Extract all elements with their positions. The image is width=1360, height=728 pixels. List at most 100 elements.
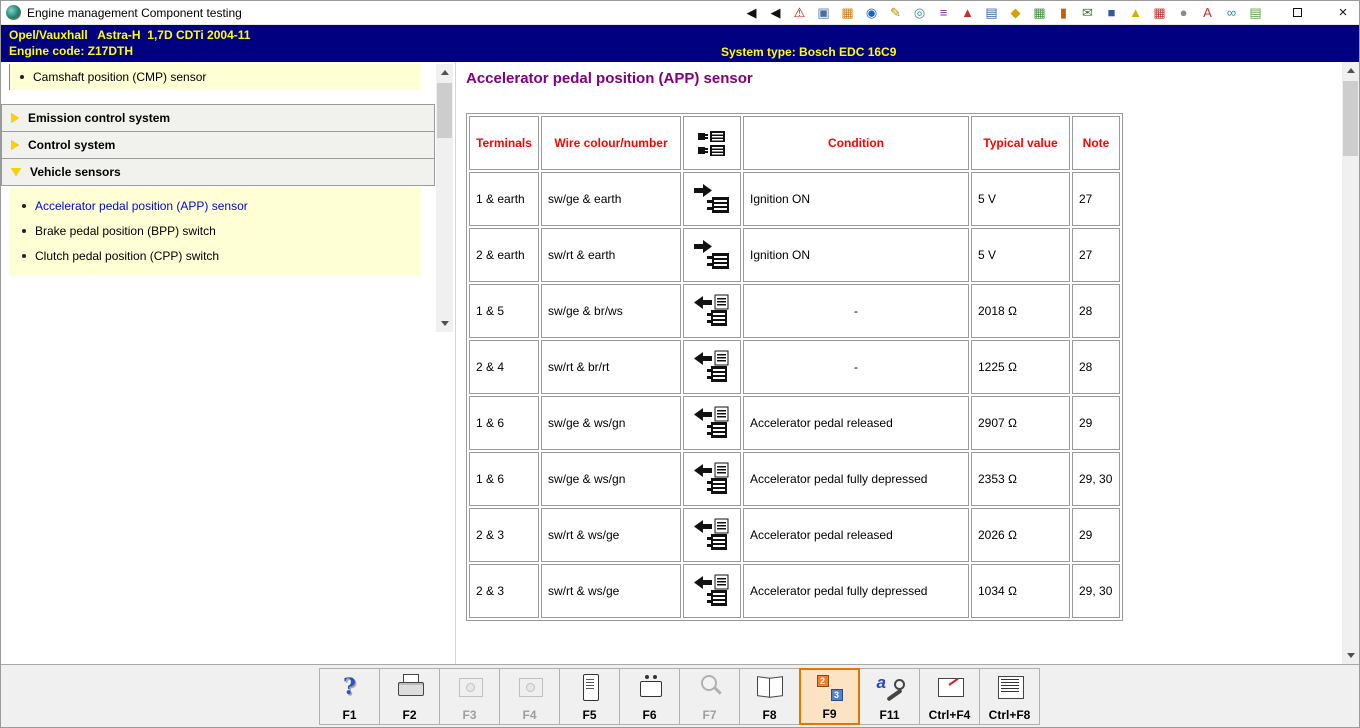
function-button[interactable]: F5 bbox=[559, 668, 620, 725]
sidebar-item-cmp-sensor[interactable]: Camshaft position (CMP) sensor bbox=[9, 64, 421, 90]
value-cell: 5 V bbox=[971, 228, 1070, 282]
value-cell: 1225 Ω bbox=[971, 340, 1070, 394]
function-button[interactable]: F7 bbox=[679, 668, 740, 725]
connector-pair-icon bbox=[690, 144, 734, 157]
function-key-label: Ctrl+F4 bbox=[928, 708, 971, 722]
report-icon[interactable]: ▦ bbox=[1148, 3, 1171, 23]
link-icon[interactable]: ∞ bbox=[1220, 3, 1243, 23]
manual-icon bbox=[755, 672, 785, 702]
function-button[interactable]: F4 bbox=[499, 668, 560, 725]
sidebar-section[interactable]: Control system bbox=[1, 131, 435, 159]
help-icon: ? bbox=[343, 674, 356, 700]
table-header-row: Terminals Wire colour/number Condition T… bbox=[469, 116, 1120, 170]
sidebar-item[interactable]: Clutch pedal position (CPP) switch bbox=[9, 243, 421, 268]
scroll-track[interactable] bbox=[1342, 79, 1359, 647]
info-icon[interactable]: A bbox=[1196, 3, 1219, 23]
function-button[interactable]: F8 bbox=[739, 668, 800, 725]
diagram-plus-icon bbox=[515, 672, 545, 702]
window-title: Engine management Component testing bbox=[27, 5, 242, 20]
condition-cell: - bbox=[743, 284, 969, 338]
measurement-icon-cell bbox=[683, 508, 741, 562]
function-button[interactable]: a F11 bbox=[859, 668, 920, 725]
app-window: Engine management Component testing ◀ ◀ … bbox=[0, 0, 1360, 728]
restore-icon bbox=[1292, 8, 1302, 17]
disk-icon[interactable]: ■ bbox=[1100, 3, 1123, 23]
restore-button[interactable] bbox=[1281, 1, 1313, 24]
table-row: 1 & 6 sw/ge & ws/gn Accelerator pedal re… bbox=[469, 396, 1120, 450]
section-label: Control system bbox=[28, 138, 116, 152]
sidebar-section[interactable]: Emission control system bbox=[1, 104, 435, 132]
section-arrow-icon bbox=[11, 140, 19, 150]
notes-icon[interactable]: ▤ bbox=[1244, 3, 1267, 23]
function-key-label: Ctrl+F8 bbox=[988, 708, 1031, 722]
terminals-cell: 2 & 3 bbox=[469, 564, 539, 618]
adjustments-icon: a bbox=[875, 672, 905, 702]
globe-icon[interactable]: ◉ bbox=[860, 3, 883, 23]
sidebar-item[interactable]: Brake pedal position (BPP) switch bbox=[9, 218, 421, 243]
sidebar-item[interactable]: Accelerator pedal position (APP) sensor bbox=[9, 193, 421, 218]
table-row: 1 & 5 sw/ge & br/ws - 2018 Ω 28 bbox=[469, 284, 1120, 338]
condition-cell: Ignition ON bbox=[743, 172, 969, 226]
user-icon[interactable]: ● bbox=[1172, 3, 1195, 23]
sidebar-item-label: Camshaft position (CMP) sensor bbox=[33, 70, 207, 84]
close-button[interactable]: × bbox=[1327, 1, 1359, 24]
function-button[interactable]: F3 bbox=[439, 668, 500, 725]
function-button[interactable]: F2 bbox=[379, 668, 440, 725]
titlebar: Engine management Component testing ◀ ◀ … bbox=[1, 1, 1359, 25]
scroll-up-icon[interactable] bbox=[1342, 62, 1359, 79]
scroll-down-icon[interactable] bbox=[436, 315, 453, 332]
gauge-icon[interactable]: ◎ bbox=[908, 3, 931, 23]
function-key-label: F8 bbox=[762, 708, 777, 722]
scroll-thumb[interactable] bbox=[1343, 81, 1358, 156]
scroll-up-icon[interactable] bbox=[436, 64, 453, 81]
terminals-cell: 2 & earth bbox=[469, 228, 539, 282]
function-key-label: F11 bbox=[879, 708, 900, 722]
value-cell: 2907 Ω bbox=[971, 396, 1070, 450]
manual-book-icon[interactable]: ▤ bbox=[980, 3, 1003, 23]
note-header: Note bbox=[1072, 116, 1120, 170]
scroll-thumb[interactable] bbox=[437, 83, 452, 138]
note-cell: 29 bbox=[1072, 396, 1120, 450]
go-first-icon[interactable]: ◀ bbox=[740, 3, 763, 23]
chart-icon[interactable]: ▲ bbox=[956, 3, 979, 23]
sidebar-item-label: Accelerator pedal position (APP) sensor bbox=[35, 198, 248, 213]
note-cell: 28 bbox=[1072, 284, 1120, 338]
monitor-icon[interactable]: ▣ bbox=[812, 3, 835, 23]
table-row: 2 & 4 sw/rt & br/rt - 1225 Ω 28 bbox=[469, 340, 1120, 394]
function-button[interactable]: F6 bbox=[619, 668, 680, 725]
ohmmeter-test-icon bbox=[693, 293, 731, 327]
section-label: Vehicle sensors bbox=[30, 165, 121, 179]
function-button[interactable]: ? F1 bbox=[319, 668, 380, 725]
condition-cell: - bbox=[743, 340, 969, 394]
condition-cell: Ignition ON bbox=[743, 228, 969, 282]
schedule-icon[interactable]: ▦ bbox=[1028, 3, 1051, 23]
scroll-down-icon[interactable] bbox=[1342, 647, 1359, 664]
wire-header: Wire colour/number bbox=[541, 116, 681, 170]
table-row: 1 & 6 sw/ge & ws/gn Accelerator pedal fu… bbox=[469, 452, 1120, 506]
bulletin-icon[interactable]: ✉ bbox=[1076, 3, 1099, 23]
sidebar-section[interactable]: Vehicle sensors bbox=[1, 158, 435, 186]
scroll-track[interactable] bbox=[436, 81, 453, 315]
table-row: 2 & 3 sw/rt & ws/ge Accelerator pedal fu… bbox=[469, 564, 1120, 618]
printer-icon bbox=[395, 672, 425, 702]
function-button[interactable]: 23 F9 bbox=[799, 668, 860, 725]
terminals-cell: 2 & 3 bbox=[469, 508, 539, 562]
car-data-icon[interactable]: ◆ bbox=[1004, 3, 1027, 23]
go-back-icon[interactable]: ◀ bbox=[764, 3, 787, 23]
wiring-icon[interactable]: ≡ bbox=[932, 3, 955, 23]
spark-icon[interactable]: ▲ bbox=[1124, 3, 1147, 23]
condition-header: Condition bbox=[743, 116, 969, 170]
function-button[interactable]: Ctrl+F4 bbox=[919, 668, 980, 725]
section-arrow-icon bbox=[11, 113, 19, 123]
function-button[interactable]: Ctrl+F8 bbox=[979, 668, 1040, 725]
fuse-icon[interactable]: ▮ bbox=[1052, 3, 1075, 23]
service-icon[interactable]: ✎ bbox=[884, 3, 907, 23]
module-icon[interactable]: ▦ bbox=[836, 3, 859, 23]
condition-cell: Accelerator pedal fully depressed bbox=[743, 564, 969, 618]
main-panel: Accelerator pedal position (APP) sensor … bbox=[456, 62, 1342, 664]
warning-icon[interactable]: ⚠ bbox=[788, 3, 811, 23]
sidebar-scrollbar[interactable] bbox=[436, 64, 453, 332]
section-label: Emission control system bbox=[28, 111, 171, 125]
main-scrollbar[interactable] bbox=[1342, 62, 1359, 664]
wire-cell: sw/ge & earth bbox=[541, 172, 681, 226]
